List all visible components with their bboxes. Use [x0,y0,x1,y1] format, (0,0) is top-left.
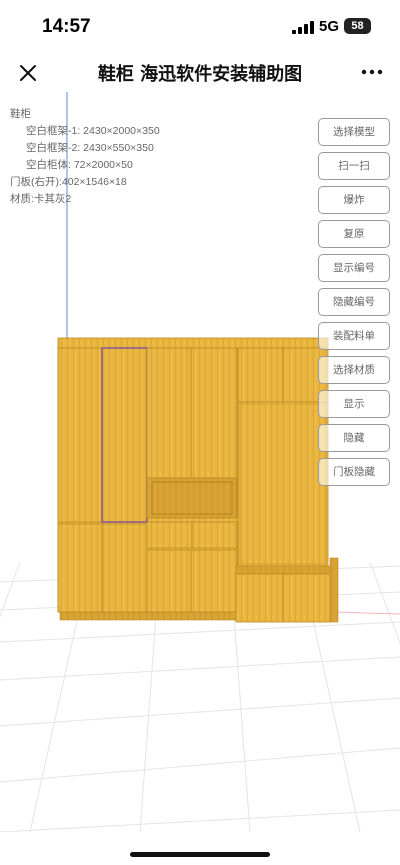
select-model-button[interactable]: 选择模型 [318,118,390,146]
3d-viewport[interactable]: 鞋柜 空白框架-1: 2430×2000×350 空白框架-2: 2430×55… [0,92,400,832]
scan-button[interactable]: 扫一扫 [318,152,390,180]
status-bar: 14:57 5G 58 [0,0,400,52]
show-button[interactable]: 显示 [318,390,390,418]
nav-bar: 鞋柜 海迅软件安装辅助图 [0,52,400,92]
part-item: 空白柜体: 72×2000×50 [26,159,133,171]
part-item: 空白框架-1: 2430×2000×350 [26,125,160,137]
floor-axis-line [334,611,400,615]
close-icon[interactable] [16,61,40,85]
hide-button[interactable]: 隐藏 [318,424,390,452]
battery-icon: 58 [344,18,371,34]
restore-button[interactable]: 复原 [318,220,390,248]
explode-button[interactable]: 爆炸 [318,186,390,214]
assembly-bom-button[interactable]: 装配料单 [318,322,390,350]
home-indicator[interactable] [130,852,270,857]
page-title: 鞋柜 海迅软件安装辅助图 [97,64,303,85]
more-dots-icon[interactable] [358,60,386,84]
cellular-signal-icon [292,21,314,34]
show-numbers-button[interactable]: 显示编号 [318,254,390,282]
model-name: 鞋柜 [10,108,31,120]
cabinet-model[interactable] [57,337,339,623]
hide-numbers-button[interactable]: 隐藏编号 [318,288,390,316]
hide-doors-button[interactable]: 门板隐藏 [318,458,390,486]
material-spec: 材质:卡其灰2 [10,193,72,205]
status-time: 14:57 [42,16,91,37]
tool-button-column: 选择模型 扫一扫 爆炸 复原 显示编号 隐藏编号 装配料单 选择材质 显示 隐藏… [318,118,390,492]
model-info: 鞋柜 空白框架-1: 2430×2000×350 空白框架-2: 2430×55… [10,106,160,208]
part-item: 空白框架-2: 2430×550×350 [26,142,154,154]
select-material-button[interactable]: 选择材质 [318,356,390,384]
door-spec: 门板(右开):402×1546×18 [10,176,127,188]
network-type: 5G [319,18,340,35]
